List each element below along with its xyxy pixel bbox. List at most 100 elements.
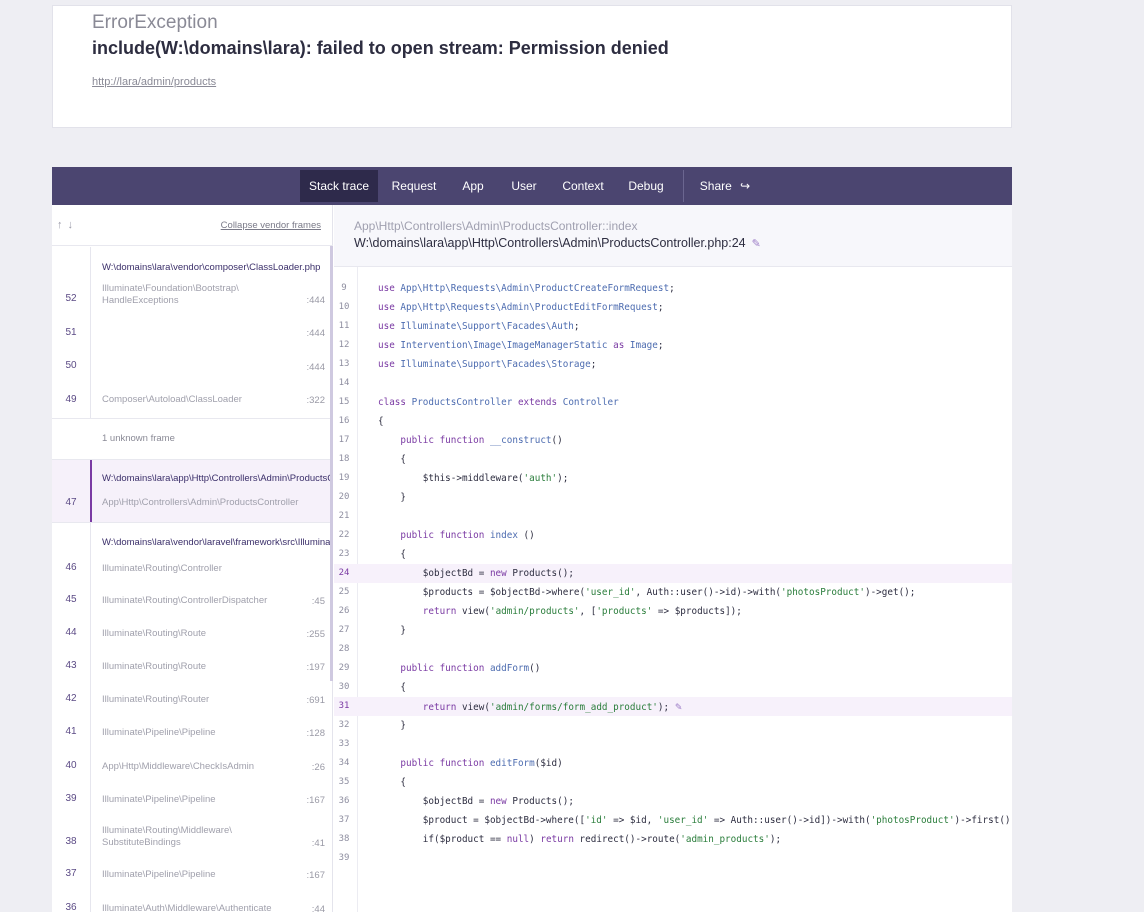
code-line: 15 class ProductsController extends Contr…	[338, 397, 619, 408]
code-line: 33	[338, 739, 350, 749]
frame-file: W:\domains\lara\vendor\composer\ClassLoa…	[102, 262, 321, 273]
code-line: 11 use Illuminate\Support\Facades\Auth;	[338, 321, 580, 332]
code-line: 25 $products = $objectBd->where('user_id…	[338, 587, 916, 598]
frame-class: Illuminate\Routing\Router	[102, 694, 210, 705]
code-line: 26 return view('admin/products', ['produ…	[338, 606, 742, 617]
frame-class: Illuminate\Pipeline\Pipeline	[102, 869, 216, 880]
unknown-frame-label: 1 unknown frame	[102, 433, 175, 444]
frame-number: 42	[65, 693, 77, 704]
frame-class: Illuminate\Pipeline\Pipeline	[102, 727, 216, 738]
code-line: 37 $product = $objectBd->where(['id' => …	[338, 815, 1012, 826]
frame-line: :444	[306, 295, 326, 306]
frame-item[interactable]: W:\domains\lara\vendor\laravel\framework…	[52, 523, 333, 583]
frame-line: :444	[306, 328, 326, 339]
frame-file-path: W:\domains\lara\app\Http\Controllers\Adm…	[354, 236, 761, 250]
frame-number: 52	[65, 293, 77, 304]
tab-app[interactable]: App	[452, 170, 494, 202]
frame-item[interactable]: Composer\Autoload\ClassLoader 49 :322	[52, 384, 333, 418]
code-viewer-header: App\Http\Controllers\Admin\ProductsContr…	[334, 205, 1012, 267]
code-line: 13 use Illuminate\Support\Facades\Storage…	[338, 359, 597, 370]
frame-item[interactable]: Illuminate\Pipeline\Pipeline 37 :167	[52, 857, 333, 891]
tab-request[interactable]: Request	[384, 170, 444, 202]
frame-line: :128	[306, 728, 326, 739]
frame-item-selected[interactable]: W:\domains\lara\app\Http\Controllers\Adm…	[52, 460, 333, 522]
frame-line: :444	[306, 362, 326, 373]
frame-number: 46	[65, 562, 77, 573]
sort-arrows-icon[interactable]: ↑ ↓	[57, 219, 74, 231]
frame-number: 40	[65, 760, 77, 771]
tab-stack-trace[interactable]: Stack trace	[300, 170, 378, 202]
tab-debug[interactable]: Debug	[620, 170, 672, 202]
exception-message: include(W:\domains\lara): failed to open…	[92, 38, 669, 58]
frame-class: Illuminate\Pipeline\Pipeline	[102, 794, 216, 805]
code-line: 32 }	[338, 720, 406, 731]
code-line: 10 use App\Http\Requests\Admin\ProductEdi…	[338, 302, 664, 313]
share-label: Share	[699, 179, 732, 193]
frame-class: Illuminate\Auth\Middleware\Authenticate	[102, 903, 272, 912]
frame-item[interactable]: Illuminate\Pipeline\Pipeline 39 :167	[52, 782, 333, 815]
frame-item[interactable]: 50 :444	[52, 350, 333, 384]
frame-number: 45	[65, 594, 77, 605]
frame-class: Illuminate\Routing\Middleware\ Substitute…	[102, 825, 232, 848]
frame-item[interactable]: App\Http\Middleware\CheckIsAdmin 40 :26	[52, 749, 333, 782]
code-line: 21	[338, 511, 350, 521]
code-line: 16{	[338, 416, 384, 427]
tab-context[interactable]: Context	[555, 170, 611, 202]
code-line: 28	[338, 644, 350, 654]
exception-class: ErrorException	[92, 12, 218, 33]
frame-number: 36	[65, 902, 77, 912]
frame-number: 37	[65, 868, 77, 879]
frame-number: 38	[65, 836, 77, 847]
frame-number: 39	[65, 793, 77, 804]
frame-line: :26	[311, 762, 325, 773]
collapse-vendor-frames-link[interactable]: Collapse vendor frames	[221, 220, 321, 231]
frame-item[interactable]: Illuminate\Routing\Router 42 :691	[52, 682, 333, 715]
frame-number: 43	[65, 660, 77, 671]
frame-line: :322	[306, 395, 326, 406]
frame-item[interactable]: 51 :444	[52, 317, 333, 350]
code-line: 39	[338, 853, 350, 863]
frame-number: 50	[65, 360, 77, 371]
frame-number: 49	[65, 394, 77, 405]
code-line: 36 $objectBd = new Products();	[338, 796, 574, 807]
frame-class: App\Http\Controllers\Admin\ProductsContr…	[102, 497, 299, 508]
code-line: 23 {	[338, 549, 406, 560]
code-line: 29 public function addForm()	[338, 663, 541, 674]
unknown-frame-item[interactable]: 1 unknown frame	[52, 419, 333, 459]
frames-list: ↑ ↓ Collapse vendor frames W:\domains\la…	[52, 205, 333, 912]
frame-item[interactable]: Illuminate\Auth\Middleware\Authenticate …	[52, 891, 333, 912]
error-header-card: ErrorException include(W:\domains\lara):…	[52, 5, 1012, 128]
frame-number: 47	[65, 497, 77, 508]
frame-line: :167	[306, 795, 326, 806]
tab-user[interactable]: User	[504, 170, 544, 202]
frame-item[interactable]: Illuminate\Routing\Route 43 :197	[52, 649, 333, 682]
code-line: 19 $this->middleware('auth');	[338, 473, 569, 484]
request-url-link[interactable]: http://lara/admin/products	[92, 76, 216, 88]
frame-line: :255	[306, 629, 326, 640]
code-line: 34 public function editForm($id)	[338, 758, 563, 769]
frame-number: 44	[65, 627, 77, 638]
frame-class: App\Http\Middleware\CheckIsAdmin	[102, 761, 255, 772]
pencil-icon[interactable]: ✎	[675, 697, 682, 716]
frame-item[interactable]: W:\domains\lara\vendor\composer\ClassLoa…	[52, 247, 333, 317]
frame-number: 51	[65, 327, 77, 338]
frame-line: :44	[311, 904, 325, 912]
frame-line: :167	[306, 870, 326, 881]
frame-item[interactable]: Illuminate\Routing\ControllerDispatcher …	[52, 583, 333, 616]
code-line: 35 {	[338, 777, 406, 788]
code-line: 38 if($product == null) return redirect(…	[338, 834, 782, 845]
pencil-icon[interactable]: ✎	[752, 237, 761, 250]
frame-class: Illuminate\Routing\Route	[102, 661, 207, 672]
frame-item[interactable]: Illuminate\Pipeline\Pipeline 41 :128	[52, 715, 333, 749]
frame-line: :41	[311, 838, 325, 849]
frame-class: Illuminate\Routing\Route	[102, 628, 207, 639]
frames-scrollbar[interactable]	[330, 246, 333, 681]
frame-item[interactable]: Illuminate\Routing\Middleware\ Substitute…	[52, 815, 333, 857]
share-button[interactable]: Share ↪	[694, 170, 756, 202]
frame-class: Illuminate\Routing\Controller	[102, 563, 222, 574]
frame-file: W:\domains\lara\vendor\laravel\framework…	[102, 537, 333, 548]
frame-item[interactable]: Illuminate\Routing\Route 44 :255	[52, 616, 333, 649]
frame-class: Composer\Autoload\ClassLoader	[102, 394, 242, 405]
code-line: 14	[338, 378, 350, 388]
frame-line: :691	[306, 695, 326, 706]
